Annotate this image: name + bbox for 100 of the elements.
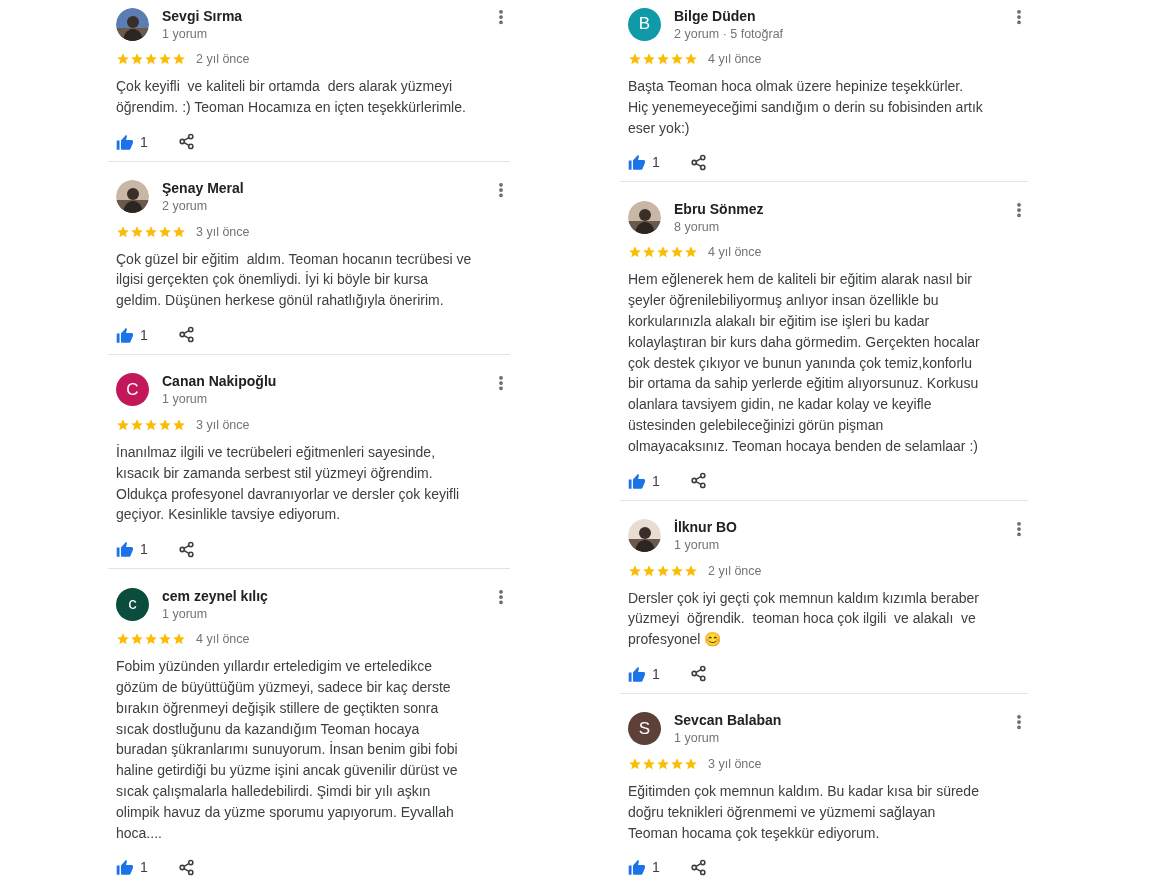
star-icon	[158, 632, 172, 647]
star-icon	[670, 756, 684, 771]
avatar: c	[116, 587, 149, 621]
reviewer-name: Bilge Düden	[674, 7, 757, 24]
thumbs-up-icon	[116, 541, 133, 558]
star-icon	[684, 245, 698, 260]
like-button[interactable]: 1	[628, 154, 690, 171]
star-icon	[144, 632, 158, 647]
review-time: 3 yıl önce	[708, 756, 762, 771]
review-count: 1 yorum	[162, 392, 209, 407]
star-icon	[172, 52, 186, 66]
share-icon[interactable]	[178, 133, 195, 151]
review-count: 1 yorum	[162, 26, 209, 41]
share-icon[interactable]	[690, 858, 707, 876]
star-icon	[670, 52, 684, 66]
reviewer-name: Sevcan Balaban	[674, 712, 782, 729]
star-icon	[172, 418, 186, 432]
star-icon	[670, 245, 684, 260]
thumbs-up-icon	[628, 154, 645, 171]
review-count: 8 yorum	[674, 219, 721, 234]
share-icon[interactable]	[690, 472, 707, 490]
reviewer-name: Canan Nakipoğlu	[162, 373, 277, 390]
reviewer-name: Ebru Sönmez	[674, 200, 764, 217]
star-icon	[130, 418, 144, 432]
like-button[interactable]: 1	[116, 327, 178, 343]
star-icon	[684, 563, 698, 578]
review-text: İnanılmaz ilgili ve tecrübeleri eğitmenleri sayesinde, kısacık bir zamanda serbest stil yüzmeyi öğrendim. Oldukça profesyonel davranıyorlar ve dersler çok keyifli geçiyor. Kesinlikle tavsiye ediyorum.	[116, 443, 461, 525]
thumbs-up-icon	[116, 133, 133, 150]
review-count: 1 yorum	[674, 731, 721, 746]
thumbs-up-icon	[116, 327, 133, 343]
star-icon	[116, 418, 130, 432]
star-icon	[642, 563, 656, 578]
review-time: 3 yıl önce	[196, 418, 250, 432]
star-icon	[172, 224, 186, 239]
review-time: 2 yıl önce	[196, 52, 250, 66]
star-icon	[116, 52, 130, 66]
review-time: 4 yıl önce	[196, 632, 250, 647]
share-icon[interactable]	[690, 665, 707, 683]
star-icon	[656, 245, 670, 260]
review-text: Hem eğlenerek hem de kaliteli bir eğitim alarak nasıl bir şeyler öğrenilebiliyormuş anlıyor insan özellikle bu korkularınızla alakalı bir eğitim ise işleri bu kadar kolaylaştıran bir kurs daha görmedim. Gerçekten hocalar çok destek çıkıyor ve bunun yanında çok temiz,konforlu bir ortama da sahip yerlerde eğitim alıyorsunuz. Korkusu olanlara tavsiyem gidin, ne kadar kolay ve keyifle üstesinden gelebileceğinizi görün pişman olmayacaksınız. Teoman hocaya benden de selamlaar :)	[628, 270, 981, 456]
thumbs-up-icon	[628, 472, 645, 489]
share-icon[interactable]	[178, 326, 195, 344]
reviewer-name: cem zeynel kılıç	[162, 587, 268, 604]
like-button[interactable]: 1	[628, 472, 690, 489]
thumbs-up-icon	[628, 665, 645, 682]
star-icon	[656, 756, 670, 771]
star-icon	[130, 52, 144, 66]
star-icon	[158, 224, 172, 239]
share-icon[interactable]	[690, 153, 707, 171]
star-icon	[656, 52, 670, 66]
like-button[interactable]: 1	[116, 859, 178, 876]
review-time: 4 yıl önce	[708, 52, 762, 66]
avatar: C	[116, 373, 149, 407]
like-button[interactable]: 1	[116, 541, 178, 558]
star-icon	[116, 632, 130, 647]
star-icon	[158, 52, 172, 66]
review-text: Başta Teoman hoca olmak üzere hepinize teşekkürler. Hiç yenemeyeceğimi sandığım o derin su fobisinden artık eser yok:)	[628, 77, 984, 138]
star-icon	[628, 756, 642, 771]
star-icon	[642, 756, 656, 771]
star-icon	[642, 52, 656, 66]
star-icon	[130, 632, 144, 647]
review-time: 3 yıl önce	[196, 224, 250, 239]
review-text: Eğitimden çok memnun kaldım. Bu kadar kısa bir sürede doğru teknikleri öğrenmemi ve yüzmemi sağlayan Teoman hocama çok teşekkür ediyorum.	[628, 781, 980, 843]
star-icon	[684, 52, 698, 66]
review-text: Çok keyifli ve kaliteli bir ortamda ders alarak yüzmeyi öğrendim. :) Teoman Hocamıza en içten teşekkürlerimle.	[116, 77, 467, 117]
reviewer-name: İlknur BO	[674, 519, 737, 536]
review-time: 4 yıl önce	[708, 245, 762, 260]
thumbs-up-icon	[116, 859, 133, 876]
share-icon[interactable]	[178, 858, 195, 876]
review-text: Çok güzel bir eğitim aldım. Teoman hocanın tecrübesi ve ilgisi gerçekten çok önemliydi. İyi ki böyle bir kursa geldim. Düşünen herkese gönül rahatlığıyla öneririm.	[116, 249, 473, 311]
like-button[interactable]: 1	[628, 859, 690, 876]
star-icon	[116, 224, 130, 239]
review-count: 2 yorum · 5 fotoğraf	[674, 26, 784, 41]
star-icon	[158, 418, 172, 432]
star-icon	[172, 632, 186, 647]
review-text: Fobim yüzünden yıllardır erteledigim ve erteledikce gözüm de büyüttüğüm yüzmeyi, sadece bir kaç derste bırakın öğrenmeyi değişik stillere de geçtikten sonra sıcak dostluğunu da kazandığım Teoman hocaya buradan şükranlarımı sunuyorum. İnsan benim gibi fobi haline getirdiği bu yüzme işini ancak güvenilir dürüst ve sıcak çalışmalarla halledebilirdi. Şimdi bir yılı aşkın olimpik havuz da yüzme sporumu yapıyorum. Eyvallah hoca....	[116, 657, 459, 843]
star-icon	[628, 245, 642, 260]
review-count: 1 yorum	[162, 606, 209, 621]
star-icon	[670, 563, 684, 578]
avatar: S	[628, 712, 661, 746]
star-icon	[130, 224, 144, 239]
review-count: 2 yorum	[162, 199, 209, 214]
star-icon	[684, 756, 698, 771]
reviewer-name: Şenay Meral	[162, 180, 244, 197]
star-icon	[656, 563, 670, 578]
avatar: B	[628, 7, 661, 41]
review-time: 2 yıl önce	[708, 563, 762, 578]
star-icon	[144, 224, 158, 239]
review-text: Dersler çok iyi geçti çok memnun kaldım kızımla beraber yüzmeyi öğrendik. teoman hoca çok ilgili ve alakalı ve profesyonel 😊	[628, 588, 980, 650]
star-icon	[144, 418, 158, 432]
review-count: 1 yorum	[674, 538, 721, 553]
like-button[interactable]: 1	[628, 665, 690, 682]
thumbs-up-icon	[628, 859, 645, 876]
reviewer-name: Sevgi Sırma	[162, 7, 243, 24]
star-icon	[628, 563, 642, 578]
share-icon[interactable]	[178, 540, 195, 558]
star-icon	[144, 52, 158, 66]
like-button[interactable]: 1	[116, 133, 178, 150]
star-icon	[642, 245, 656, 260]
star-icon	[628, 52, 642, 66]
